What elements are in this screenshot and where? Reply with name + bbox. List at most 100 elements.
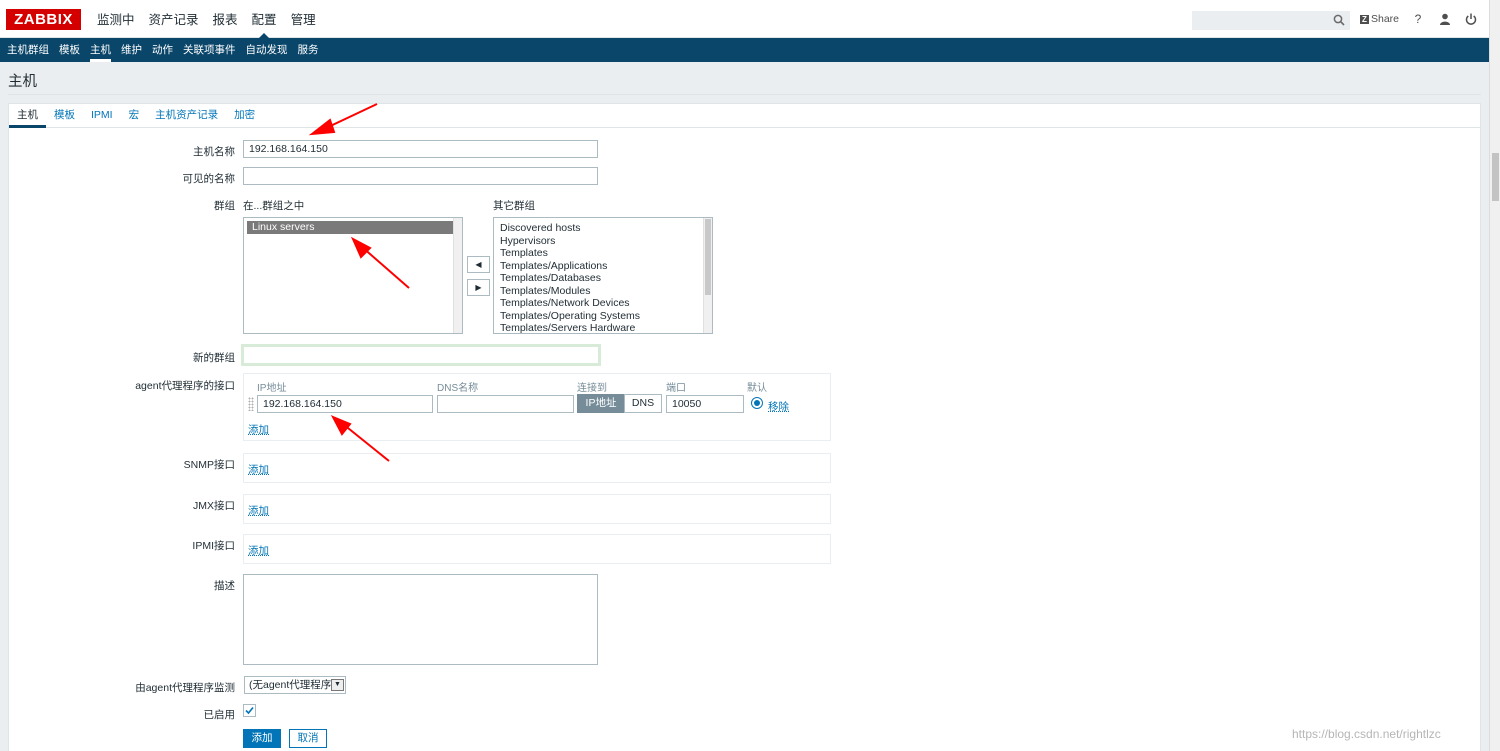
page-scrollbar-thumb[interactable] <box>1492 153 1499 201</box>
in-groups-listbox[interactable]: Linux servers <box>243 217 463 334</box>
menu-reports[interactable]: 报表 <box>206 0 245 38</box>
share-button[interactable]: Z Share <box>1360 13 1399 25</box>
in-groups-heading: 在...群组之中 <box>243 198 304 213</box>
subnav-hosts[interactable]: 主机 <box>85 38 116 62</box>
host-name-input[interactable]: 192.168.164.150 <box>243 140 598 158</box>
other-group-option[interactable]: Templates/Servers Hardware <box>495 322 712 334</box>
col-connect-heading: 连接到 <box>577 379 607 394</box>
add-snmp-interface-link[interactable]: 添加 <box>248 462 269 477</box>
scrollbar-thumb[interactable] <box>705 219 711 295</box>
description-textarea[interactable] <box>243 574 598 665</box>
tab-ipmi[interactable]: IPMI <box>83 104 121 127</box>
other-group-option[interactable]: Templates <box>495 247 712 260</box>
menu-inventory[interactable]: 资产记录 <box>142 0 206 38</box>
subnav-event-correlation[interactable]: 关联项事件 <box>178 38 241 62</box>
agent-interface-label: agent代理程序的接口 <box>9 378 235 393</box>
connect-dns-toggle[interactable]: DNS <box>624 394 662 413</box>
chevron-down-icon: ▼ <box>331 679 344 691</box>
agent-dns-input[interactable] <box>437 395 574 413</box>
enabled-checkbox[interactable] <box>243 704 256 717</box>
host-tabs: 主机 模板 IPMI 宏 主机资产记录 加密 <box>9 104 1480 128</box>
new-group-label: 新的群组 <box>9 350 235 365</box>
default-radio[interactable] <box>751 397 763 409</box>
proxy-label: 由agent代理程序监测 <box>9 680 235 695</box>
agent-port-input[interactable]: 10050 <box>666 395 744 413</box>
new-group-input[interactable] <box>241 344 601 366</box>
jmx-interface-label: JMX接口 <box>9 498 235 513</box>
zabbix-share-icon: Z <box>1360 15 1369 24</box>
add-host-button[interactable]: 添加 <box>243 729 281 748</box>
search-input[interactable] <box>1192 11 1350 30</box>
description-label: 描述 <box>9 578 235 593</box>
jmx-interface-box: 添加 <box>243 494 831 524</box>
visible-name-label: 可见的名称 <box>9 171 235 186</box>
ipmi-interface-box: 添加 <box>243 534 831 564</box>
menu-administration[interactable]: 管理 <box>284 0 323 38</box>
zabbix-logo[interactable]: ZABBIX <box>6 9 81 30</box>
other-groups-listbox[interactable]: Discovered hosts Hypervisors Templates T… <box>493 217 713 334</box>
col-default-heading: 默认 <box>747 379 767 394</box>
host-name-label: 主机名称 <box>9 144 235 159</box>
subnav-templates[interactable]: 模板 <box>54 38 85 62</box>
tab-host[interactable]: 主机 <box>9 104 46 127</box>
menu-configuration[interactable]: 配置 <box>245 0 284 38</box>
move-right-button[interactable]: ▶ <box>467 279 490 296</box>
move-left-button[interactable]: ◀ <box>467 256 490 273</box>
sub-nav: 主机群组 模板 主机 维护 动作 关联项事件 自动发现 服务 <box>0 38 1489 62</box>
host-form-panel: 主机 模板 IPMI 宏 主机资产记录 加密 主机名称 192.168.164.… <box>8 103 1481 751</box>
other-group-option[interactable]: Templates/Modules <box>495 285 712 298</box>
top-bar: ZABBIX 监测中 资产记录 报表 配置 管理 Z Share ? <box>0 0 1489 38</box>
col-ip-heading: IP地址 <box>257 379 286 394</box>
visible-name-input[interactable] <box>243 167 598 185</box>
tab-templates[interactable]: 模板 <box>46 104 83 127</box>
share-label: Share <box>1371 13 1399 25</box>
tab-encryption[interactable]: 加密 <box>226 104 263 127</box>
in-group-option[interactable]: Linux servers <box>247 221 459 234</box>
cancel-button[interactable]: 取消 <box>289 729 327 748</box>
other-group-option[interactable]: Templates/Operating Systems <box>495 310 712 323</box>
tab-macros[interactable]: 宏 <box>121 104 148 127</box>
help-icon[interactable]: ? <box>1411 12 1425 26</box>
add-jmx-interface-link[interactable]: 添加 <box>248 503 269 518</box>
page-title: 主机 <box>8 70 37 91</box>
subnav-actions[interactable]: 动作 <box>147 38 178 62</box>
other-group-option[interactable]: Templates/Network Devices <box>495 297 712 310</box>
title-divider <box>8 94 1481 95</box>
agent-ip-input[interactable]: 192.168.164.150 <box>257 395 433 413</box>
proxy-select[interactable]: (无agent代理程序) ▼ <box>244 676 346 694</box>
subnav-host-groups[interactable]: 主机群组 <box>2 38 54 62</box>
col-dns-heading: DNS名称 <box>437 379 478 394</box>
subnav-services[interactable]: 服务 <box>293 38 324 62</box>
menu-monitoring[interactable]: 监测中 <box>90 0 142 38</box>
other-group-option[interactable]: Templates/Databases <box>495 272 712 285</box>
subnav-discovery[interactable]: 自动发现 <box>241 38 293 62</box>
search-icon[interactable] <box>1333 14 1345 26</box>
user-icon[interactable] <box>1438 12 1452 26</box>
power-icon[interactable] <box>1464 12 1478 26</box>
col-port-heading: 端口 <box>666 379 686 394</box>
add-agent-interface-link[interactable]: 添加 <box>248 422 269 437</box>
other-groups-heading: 其它群组 <box>493 198 535 213</box>
agent-interface-box: IP地址 DNS名称 连接到 端口 默认 192.168.164.150 IP地… <box>243 373 831 441</box>
in-groups-scrollbar[interactable] <box>453 218 462 333</box>
watermark: https://blog.csdn.net/rightlzc <box>1292 727 1441 741</box>
page-scrollbar[interactable] <box>1489 0 1500 751</box>
snmp-interface-box: 添加 <box>243 453 831 483</box>
other-group-option[interactable]: Hypervisors <box>495 235 712 248</box>
connect-ip-toggle[interactable]: IP地址 <box>577 394 625 413</box>
snmp-interface-label: SNMP接口 <box>9 457 235 472</box>
remove-interface-link[interactable]: 移除 <box>768 399 789 414</box>
drag-handle-icon[interactable] <box>248 397 254 411</box>
enabled-label: 已启用 <box>9 707 235 722</box>
main-menu: 监测中 资产记录 报表 配置 管理 <box>90 0 323 38</box>
checkmark-icon <box>244 705 255 716</box>
other-group-option[interactable]: Templates/Applications <box>495 260 712 273</box>
other-groups-scrollbar[interactable] <box>703 218 712 333</box>
subnav-maintenance[interactable]: 维护 <box>116 38 147 62</box>
add-ipmi-interface-link[interactable]: 添加 <box>248 543 269 558</box>
proxy-select-value: (无agent代理程序) <box>249 679 335 691</box>
other-group-option[interactable]: Discovered hosts <box>495 222 712 235</box>
groups-label: 群组 <box>9 198 235 213</box>
ipmi-interface-label: IPMI接口 <box>9 538 235 553</box>
tab-inventory[interactable]: 主机资产记录 <box>147 104 226 127</box>
